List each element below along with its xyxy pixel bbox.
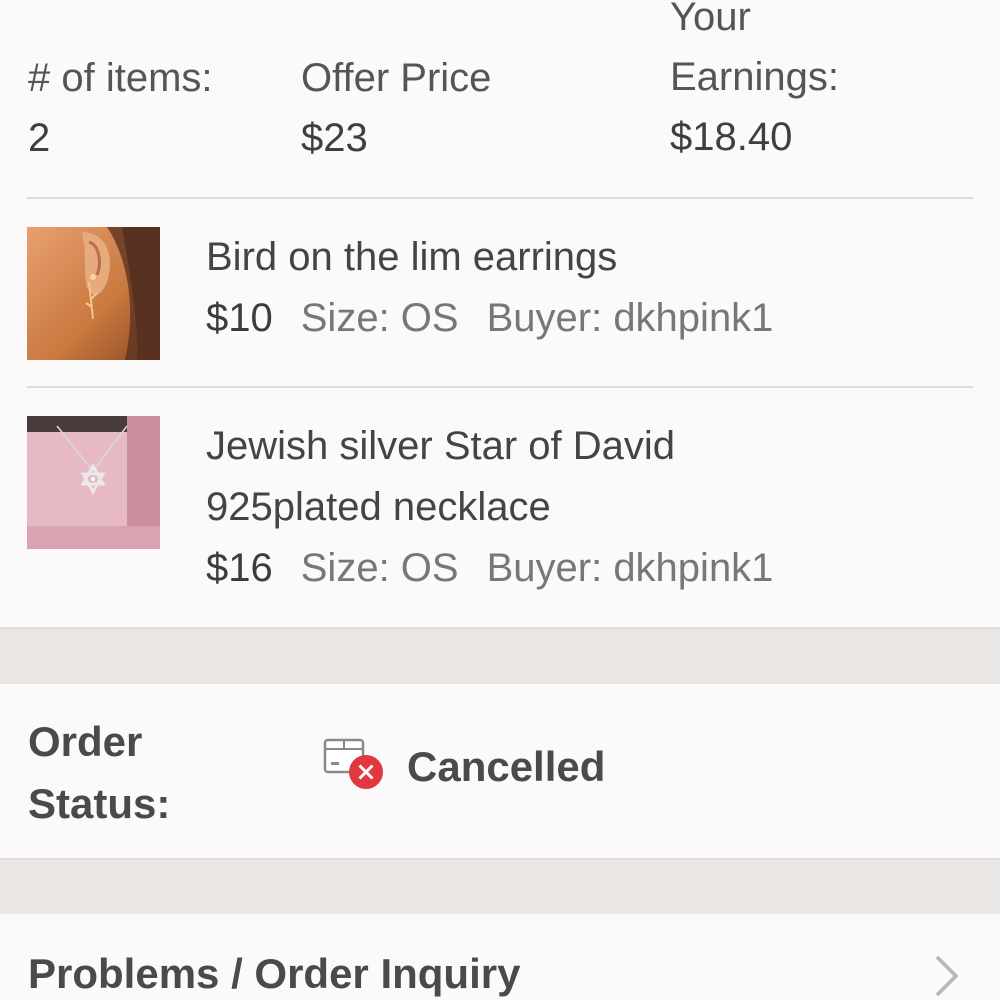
divider — [27, 197, 973, 199]
list-item[interactable]: Bird on the lim earrings $10 Size: OS Buye… — [0, 200, 1000, 386]
earring-photo[interactable] — [27, 227, 160, 360]
earnings-block: Your Earnings: $18.40 — [670, 0, 890, 167]
item-buyer: Buyer: dkhpink1 — [486, 296, 774, 340]
item-meta: $16 Size: OS Buyer: dkhpink1 — [206, 538, 773, 599]
problems-order-inquiry-row[interactable]: Problems / Order Inquiry — [0, 914, 1000, 1000]
earnings-value: $18.40 — [670, 115, 793, 159]
item-size: Size: OS — [300, 296, 459, 340]
problems-order-inquiry-label: Problems / Order Inquiry — [28, 950, 521, 997]
package-cancelled-icon — [322, 734, 386, 794]
section-separator — [0, 858, 1000, 916]
order-details-page: # of items: 2 Offer Price $23 Your Earni… — [0, 0, 1000, 1000]
order-status-label: Order Status: — [28, 718, 171, 827]
offer-price-block: Offer Price $23 — [301, 48, 491, 168]
items-count-block: # of items: 2 — [28, 48, 213, 168]
item-details: Bird on the lim earrings $10 Size: OS Buye… — [206, 227, 773, 349]
offer-price-value: $23 — [301, 116, 368, 160]
order-summary: # of items: 2 Offer Price $23 Your Earni… — [0, 0, 1000, 198]
item-title-line-1[interactable]: Jewish silver Star of David — [206, 416, 773, 477]
items-count-label: # of items: — [28, 56, 213, 100]
item-title[interactable]: Bird on the lim earrings — [206, 227, 773, 288]
item-price: $16 — [206, 546, 273, 590]
section-separator — [0, 627, 1000, 684]
order-status-value: Cancelled — [407, 743, 606, 790]
item-meta: $10 Size: OS Buyer: dkhpink1 — [206, 288, 773, 349]
necklace-photo[interactable] — [27, 416, 160, 549]
order-status-row: Order Status: Cancelled — [0, 684, 1000, 858]
offer-price-label: Offer Price — [301, 56, 492, 100]
chevron-right-icon — [930, 954, 964, 998]
item-buyer: Buyer: dkhpink1 — [486, 546, 774, 590]
items-count-value: 2 — [28, 116, 51, 160]
item-size: Size: OS — [300, 546, 459, 590]
item-price: $10 — [206, 296, 273, 340]
earnings-label: Your Earnings: — [670, 0, 839, 99]
item-title-line-2[interactable]: 925plated necklace — [206, 477, 773, 538]
list-item[interactable]: Jewish silver Star of David 925plated ne… — [0, 389, 1000, 627]
divider — [27, 386, 973, 388]
item-details: Jewish silver Star of David 925plated ne… — [206, 416, 773, 599]
